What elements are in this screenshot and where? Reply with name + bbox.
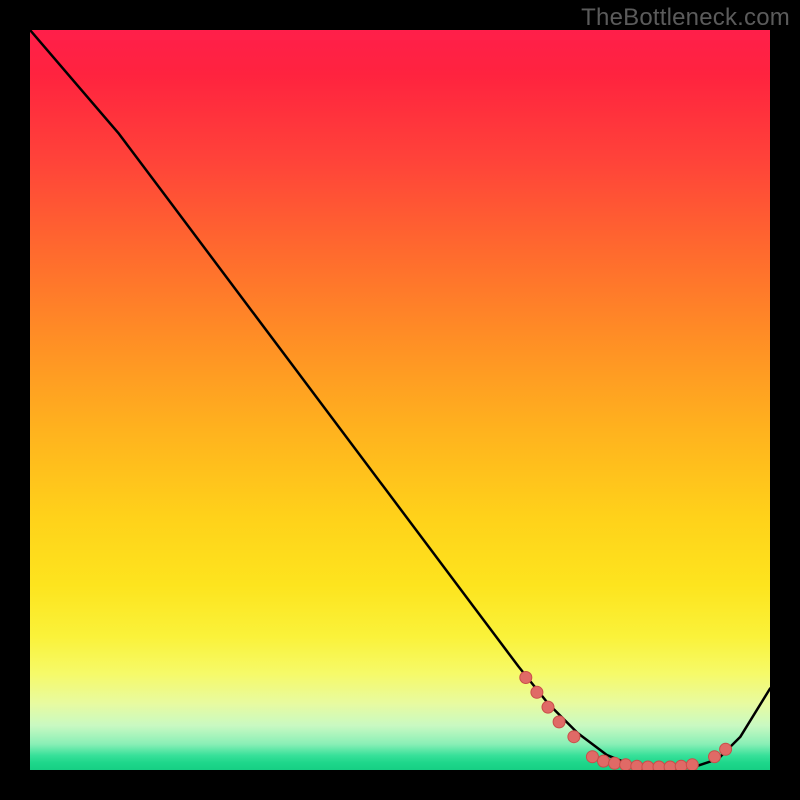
data-marker bbox=[664, 761, 676, 770]
bottleneck-curve bbox=[30, 30, 770, 769]
data-marker bbox=[653, 761, 665, 770]
watermark-text: TheBottleneck.com bbox=[581, 4, 790, 32]
chart-frame: TheBottleneck.com bbox=[0, 0, 800, 800]
data-marker bbox=[631, 760, 643, 770]
data-marker bbox=[531, 686, 543, 698]
data-marker bbox=[568, 731, 580, 743]
data-marker bbox=[586, 751, 598, 763]
data-marker bbox=[598, 755, 610, 767]
data-marker bbox=[675, 760, 687, 770]
data-marker bbox=[686, 759, 698, 770]
plot-area bbox=[30, 30, 770, 770]
marker-layer bbox=[520, 672, 732, 771]
curve-layer bbox=[30, 30, 770, 770]
data-marker bbox=[720, 743, 732, 755]
data-marker bbox=[609, 757, 621, 769]
data-marker bbox=[553, 716, 565, 728]
data-marker bbox=[542, 701, 554, 713]
data-marker bbox=[520, 672, 532, 684]
data-marker bbox=[709, 751, 721, 763]
data-marker bbox=[620, 759, 632, 770]
data-marker bbox=[642, 761, 654, 770]
